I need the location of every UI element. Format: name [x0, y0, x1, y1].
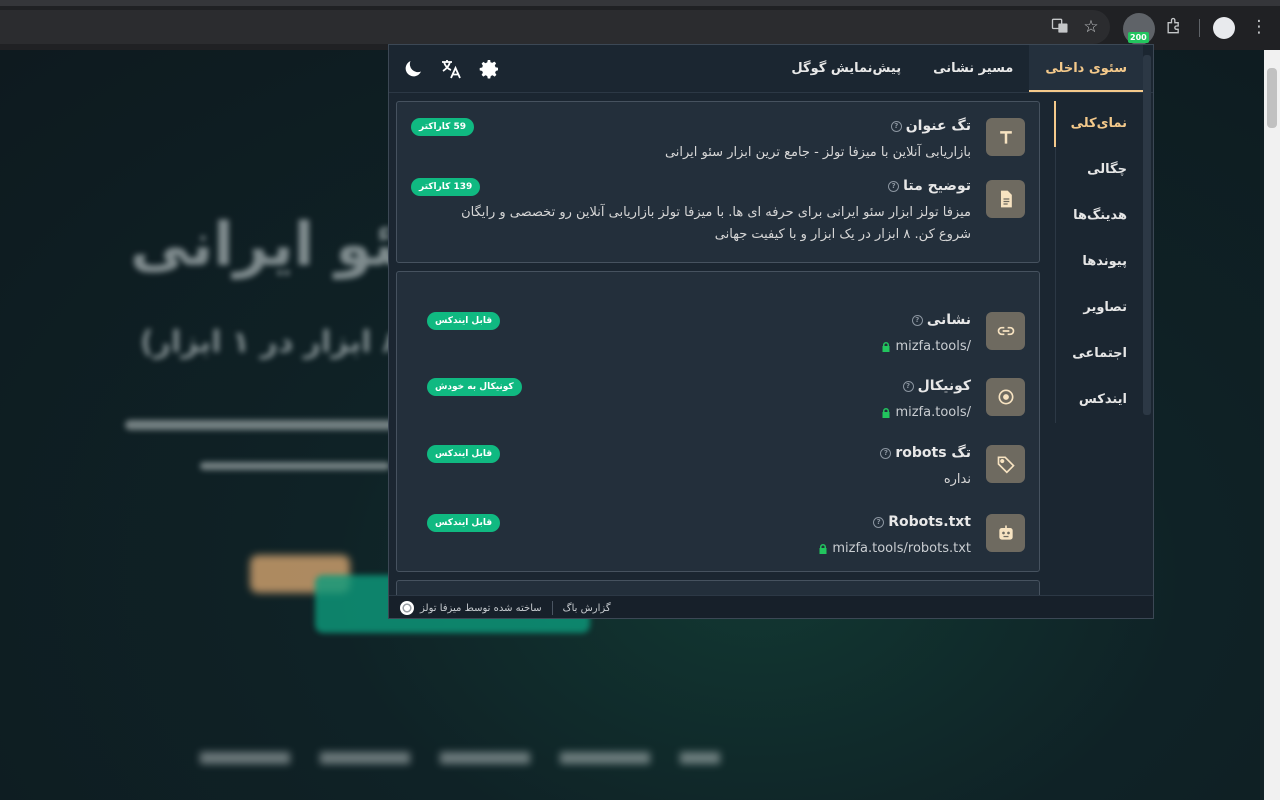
canonical-value-wrap: mizfa.tools/ [880, 402, 971, 424]
bookmark-star-icon[interactable]: ☆ [1080, 16, 1102, 38]
tab-google-preview[interactable]: پیش‌نمایش گوگل [775, 45, 917, 92]
help-icon[interactable]: ? [880, 447, 892, 459]
page-scrollbar-thumb[interactable] [1267, 68, 1277, 128]
title-tag-label: تگ عنوان [905, 118, 971, 134]
robots-tag-value: نداره [943, 472, 971, 487]
sidebar-item-links[interactable]: پیوندها [1056, 239, 1141, 285]
footer-divider [551, 601, 553, 615]
meta-description-label: توضیح متا [903, 178, 971, 194]
url-index-badge: قابل ایندکس [427, 312, 501, 330]
sidebar-item-density[interactable]: چگالی [1056, 147, 1141, 193]
url-label: نشانی [926, 312, 971, 328]
robots-tag-badge: قابل ایندکس [427, 445, 501, 463]
translate-icon[interactable] [439, 57, 463, 81]
extensions-puzzle-icon[interactable] [1163, 16, 1185, 38]
robots-tag-label-wrap: تگ robots ? [880, 445, 971, 461]
seo-extension-popup: سئوی داخلی مسیر نشانی پیش‌نمایش گوگل نما… [388, 44, 1154, 619]
meta-description-label-wrap: توضیح متا ? [888, 178, 971, 194]
sidebar-item-headings[interactable]: هدینگ‌ها [1056, 193, 1141, 239]
page-text-line [125, 420, 395, 430]
tag-icon [986, 445, 1025, 483]
page-feature-list [200, 752, 720, 764]
sidebar-nav: نمای‌کلی چگالی هدینگ‌ها پیوندها تصاویر ا… [1054, 101, 1141, 423]
translate-page-icon[interactable] [1049, 16, 1071, 38]
indexability-card: نشانی ? mizfa.tools/ قابل ایندکس کونیکال… [396, 271, 1040, 572]
tab-url-path[interactable]: مسیر نشانی [917, 45, 1029, 92]
canonical-label: کونیکال [917, 378, 971, 394]
report-bug-link[interactable]: گزارش باگ [563, 603, 611, 614]
help-icon[interactable]: ? [902, 380, 914, 392]
sidebar-item-overview[interactable]: نمای‌کلی [1054, 101, 1141, 147]
robots-tag-label: تگ robots [895, 445, 971, 461]
target-icon [986, 378, 1025, 416]
title-tag-label-wrap: تگ عنوان ? [890, 118, 971, 134]
help-icon[interactable]: ? [890, 120, 902, 132]
canonical-label-wrap: کونیکال ? [902, 378, 971, 394]
robot-icon [986, 514, 1025, 552]
url-value[interactable]: mizfa.tools/ [895, 336, 971, 358]
lock-icon [882, 342, 890, 352]
toolbar-divider [1199, 19, 1200, 37]
link-icon [986, 312, 1025, 350]
footer-links: ساخته شده توسط میزفا تولز گزارش باگ [400, 601, 611, 615]
canonical-row: کونیکال ? mizfa.tools/ کونیکال به خودش [427, 378, 1025, 420]
sidebar-item-index[interactable]: ایندکس [1056, 377, 1141, 423]
url-value-wrap: mizfa.tools/ [880, 336, 971, 358]
help-icon[interactable]: ? [911, 314, 923, 326]
mizfa-logo-icon [400, 601, 414, 615]
made-by-link[interactable]: ساخته شده توسط میزفا تولز [420, 603, 542, 614]
description-length-badge: 139 کاراکتر [411, 178, 481, 196]
robots-txt-label-wrap: Robots.txt ? [873, 514, 971, 530]
address-bar[interactable] [0, 10, 1110, 44]
lock-icon [882, 408, 890, 418]
sidebar-item-images[interactable]: تصاویر [1056, 285, 1141, 331]
lock-icon [819, 544, 827, 554]
robots-txt-row: Robots.txt ? mizfa.tools/robots.txt قابل… [427, 514, 1025, 556]
url-label-wrap: نشانی ? [911, 312, 971, 328]
sidebar-item-social[interactable]: اجتماعی [1056, 331, 1141, 377]
title-length-badge: 59 کاراکتر [411, 118, 475, 136]
url-row: نشانی ? mizfa.tools/ قابل ایندکس [427, 312, 1025, 354]
robots-txt-value-wrap: mizfa.tools/robots.txt [817, 538, 971, 560]
header-actions [401, 57, 501, 81]
browser-menu-icon[interactable]: ⋮ [1248, 16, 1270, 38]
document-icon [986, 180, 1025, 218]
title-tag-value: بازاریابی آنلاین با میزفا تولز - جامع تر… [664, 145, 971, 160]
extension-status-badge: 200 [1128, 32, 1149, 43]
title-tag-row: تگ عنوان ? بازاریابی آنلاین با میزفا تول… [411, 118, 1025, 160]
popup-header: سئوی داخلی مسیر نشانی پیش‌نمایش گوگل [389, 45, 1153, 93]
overview-content: تگ عنوان ? بازاریابی آنلاین با میزفا تول… [396, 101, 1040, 600]
page-text-line [200, 462, 390, 470]
meta-description-value: میزفا تولز ابزار سئو ایرانی برای حرفه ای… [461, 205, 971, 242]
robots-txt-value[interactable]: mizfa.tools/robots.txt [832, 538, 971, 560]
popup-scrollbar[interactable] [1143, 55, 1151, 415]
canonical-value[interactable]: mizfa.tools/ [895, 402, 971, 424]
popup-footer: ساخته شده توسط میزفا تولز گزارش باگ [389, 595, 1153, 618]
meta-card: تگ عنوان ? بازاریابی آنلاین با میزفا تول… [396, 101, 1040, 263]
page-scrollbar[interactable] [1264, 50, 1280, 800]
help-icon[interactable]: ? [888, 180, 900, 192]
gear-icon[interactable] [477, 57, 501, 81]
help-icon[interactable]: ? [873, 516, 885, 528]
page-subheadline: (۸ ابزار در ۱ ابزار) [140, 325, 414, 360]
robots-tag-row: تگ robots ? نداره قابل ایندکس [427, 445, 1025, 487]
robots-txt-label: Robots.txt [888, 514, 971, 530]
text-t-icon [986, 118, 1025, 156]
robots-txt-badge: قابل ایندکس [427, 514, 501, 532]
meta-description-row: توضیح متا ? میزفا تولز ابزار سئو ایرانی … [411, 178, 1025, 248]
tab-internal-seo[interactable]: سئوی داخلی [1029, 45, 1143, 92]
moon-icon[interactable] [401, 57, 425, 81]
canonical-badge: کونیکال به خودش [427, 378, 522, 396]
popup-tabs: سئوی داخلی مسیر نشانی پیش‌نمایش گوگل [775, 45, 1143, 92]
profile-avatar[interactable] [1213, 17, 1235, 39]
